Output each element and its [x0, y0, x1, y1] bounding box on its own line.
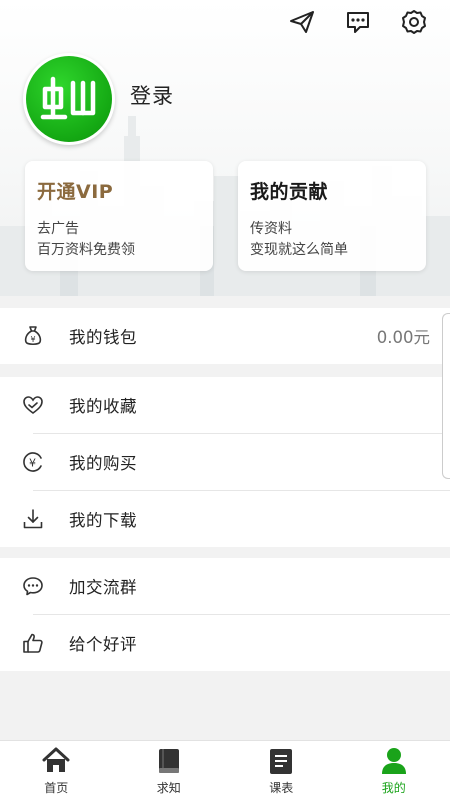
- menu-label-downloads: 我的下载: [69, 511, 137, 530]
- profile-header: 登录 开通VIP 去广告 百万资料免费领 我的贡献 传资料 变现就这么简单: [0, 0, 450, 296]
- tab-profile[interactable]: 我的: [338, 741, 450, 800]
- menu-label-purchases: 我的购买: [69, 454, 137, 473]
- heart-icon: [22, 394, 44, 416]
- menu-label-wallet: 我的钱包: [69, 328, 137, 347]
- tab-label-profile: 我的: [381, 780, 406, 795]
- download-icon: [22, 508, 44, 530]
- thumbs-up-icon: [22, 632, 44, 654]
- wallet-section: ¥ 我的钱包 0.00元: [0, 308, 450, 364]
- tab-label-home: 首页: [44, 780, 69, 795]
- logo-glyph-icon: [40, 76, 96, 120]
- menu-label-join-group: 加交流群: [69, 578, 137, 597]
- menu-item-wallet[interactable]: ¥ 我的钱包 0.00元: [0, 308, 450, 364]
- vip-card-description: 去广告 百万资料免费领: [37, 219, 201, 261]
- vip-card-line2: 百万资料免费领: [37, 242, 135, 258]
- tab-home[interactable]: 首页: [0, 741, 113, 800]
- tab-label-knowledge: 求知: [156, 780, 181, 795]
- svg-text:¥: ¥: [30, 335, 35, 344]
- contribution-card-title: 我的贡献: [250, 181, 329, 203]
- vip-card[interactable]: 开通VIP 去广告 百万资料免费领: [25, 161, 213, 271]
- chat-bubble-icon: [22, 575, 44, 597]
- vip-card-title: 开通VIP: [37, 181, 114, 203]
- app-logo: [26, 56, 112, 142]
- contribution-card[interactable]: 我的贡献 传资料 变现就这么简单: [238, 161, 426, 271]
- community-section: 加交流群 给个好评: [0, 558, 450, 671]
- contribution-card-line2: 变现就这么简单: [250, 242, 348, 258]
- message-button[interactable]: [330, 7, 386, 37]
- book-icon: [158, 748, 179, 773]
- wallet-balance: 0.00元: [376, 328, 430, 347]
- header-toolbar: [274, 7, 442, 37]
- login-link[interactable]: 登录: [130, 80, 174, 110]
- send-icon: [290, 11, 314, 33]
- schedule-icon: [270, 748, 293, 774]
- money-bag-icon: ¥: [22, 325, 44, 347]
- avatar[interactable]: [23, 53, 115, 145]
- menu-item-join-group[interactable]: 加交流群: [0, 558, 450, 614]
- menu-item-rate[interactable]: 给个好评: [0, 615, 450, 671]
- send-button[interactable]: [274, 7, 330, 37]
- tab-schedule[interactable]: 课表: [225, 741, 338, 800]
- tab-knowledge[interactable]: 求知: [113, 741, 226, 800]
- menu-label-favorites: 我的收藏: [69, 397, 137, 416]
- menu-item-downloads[interactable]: 我的下载: [0, 491, 450, 547]
- menu-item-favorites[interactable]: 我的收藏: [0, 377, 450, 433]
- svg-text:¥: ¥: [29, 457, 36, 470]
- menu-label-rate: 给个好评: [69, 635, 137, 654]
- contribution-card-description: 传资料 变现就这么简单: [250, 219, 414, 261]
- library-section: 我的收藏 ¥ 我的购买 我的下载: [0, 377, 450, 547]
- bottom-tab-bar: 首页 求知 课表 我的: [0, 740, 450, 800]
- profile-icon: [381, 747, 406, 774]
- side-drawer-handle[interactable]: [442, 313, 450, 479]
- tab-label-schedule: 课表: [269, 780, 294, 795]
- yuan-coin-icon: ¥: [22, 451, 44, 473]
- home-icon: [42, 747, 70, 772]
- message-icon: [347, 12, 369, 33]
- settings-icon: [402, 10, 426, 34]
- contribution-card-line1: 传资料: [250, 221, 292, 237]
- vip-card-line1: 去广告: [37, 221, 79, 237]
- settings-button[interactable]: [386, 7, 442, 37]
- menu-item-purchases[interactable]: ¥ 我的购买: [0, 434, 450, 490]
